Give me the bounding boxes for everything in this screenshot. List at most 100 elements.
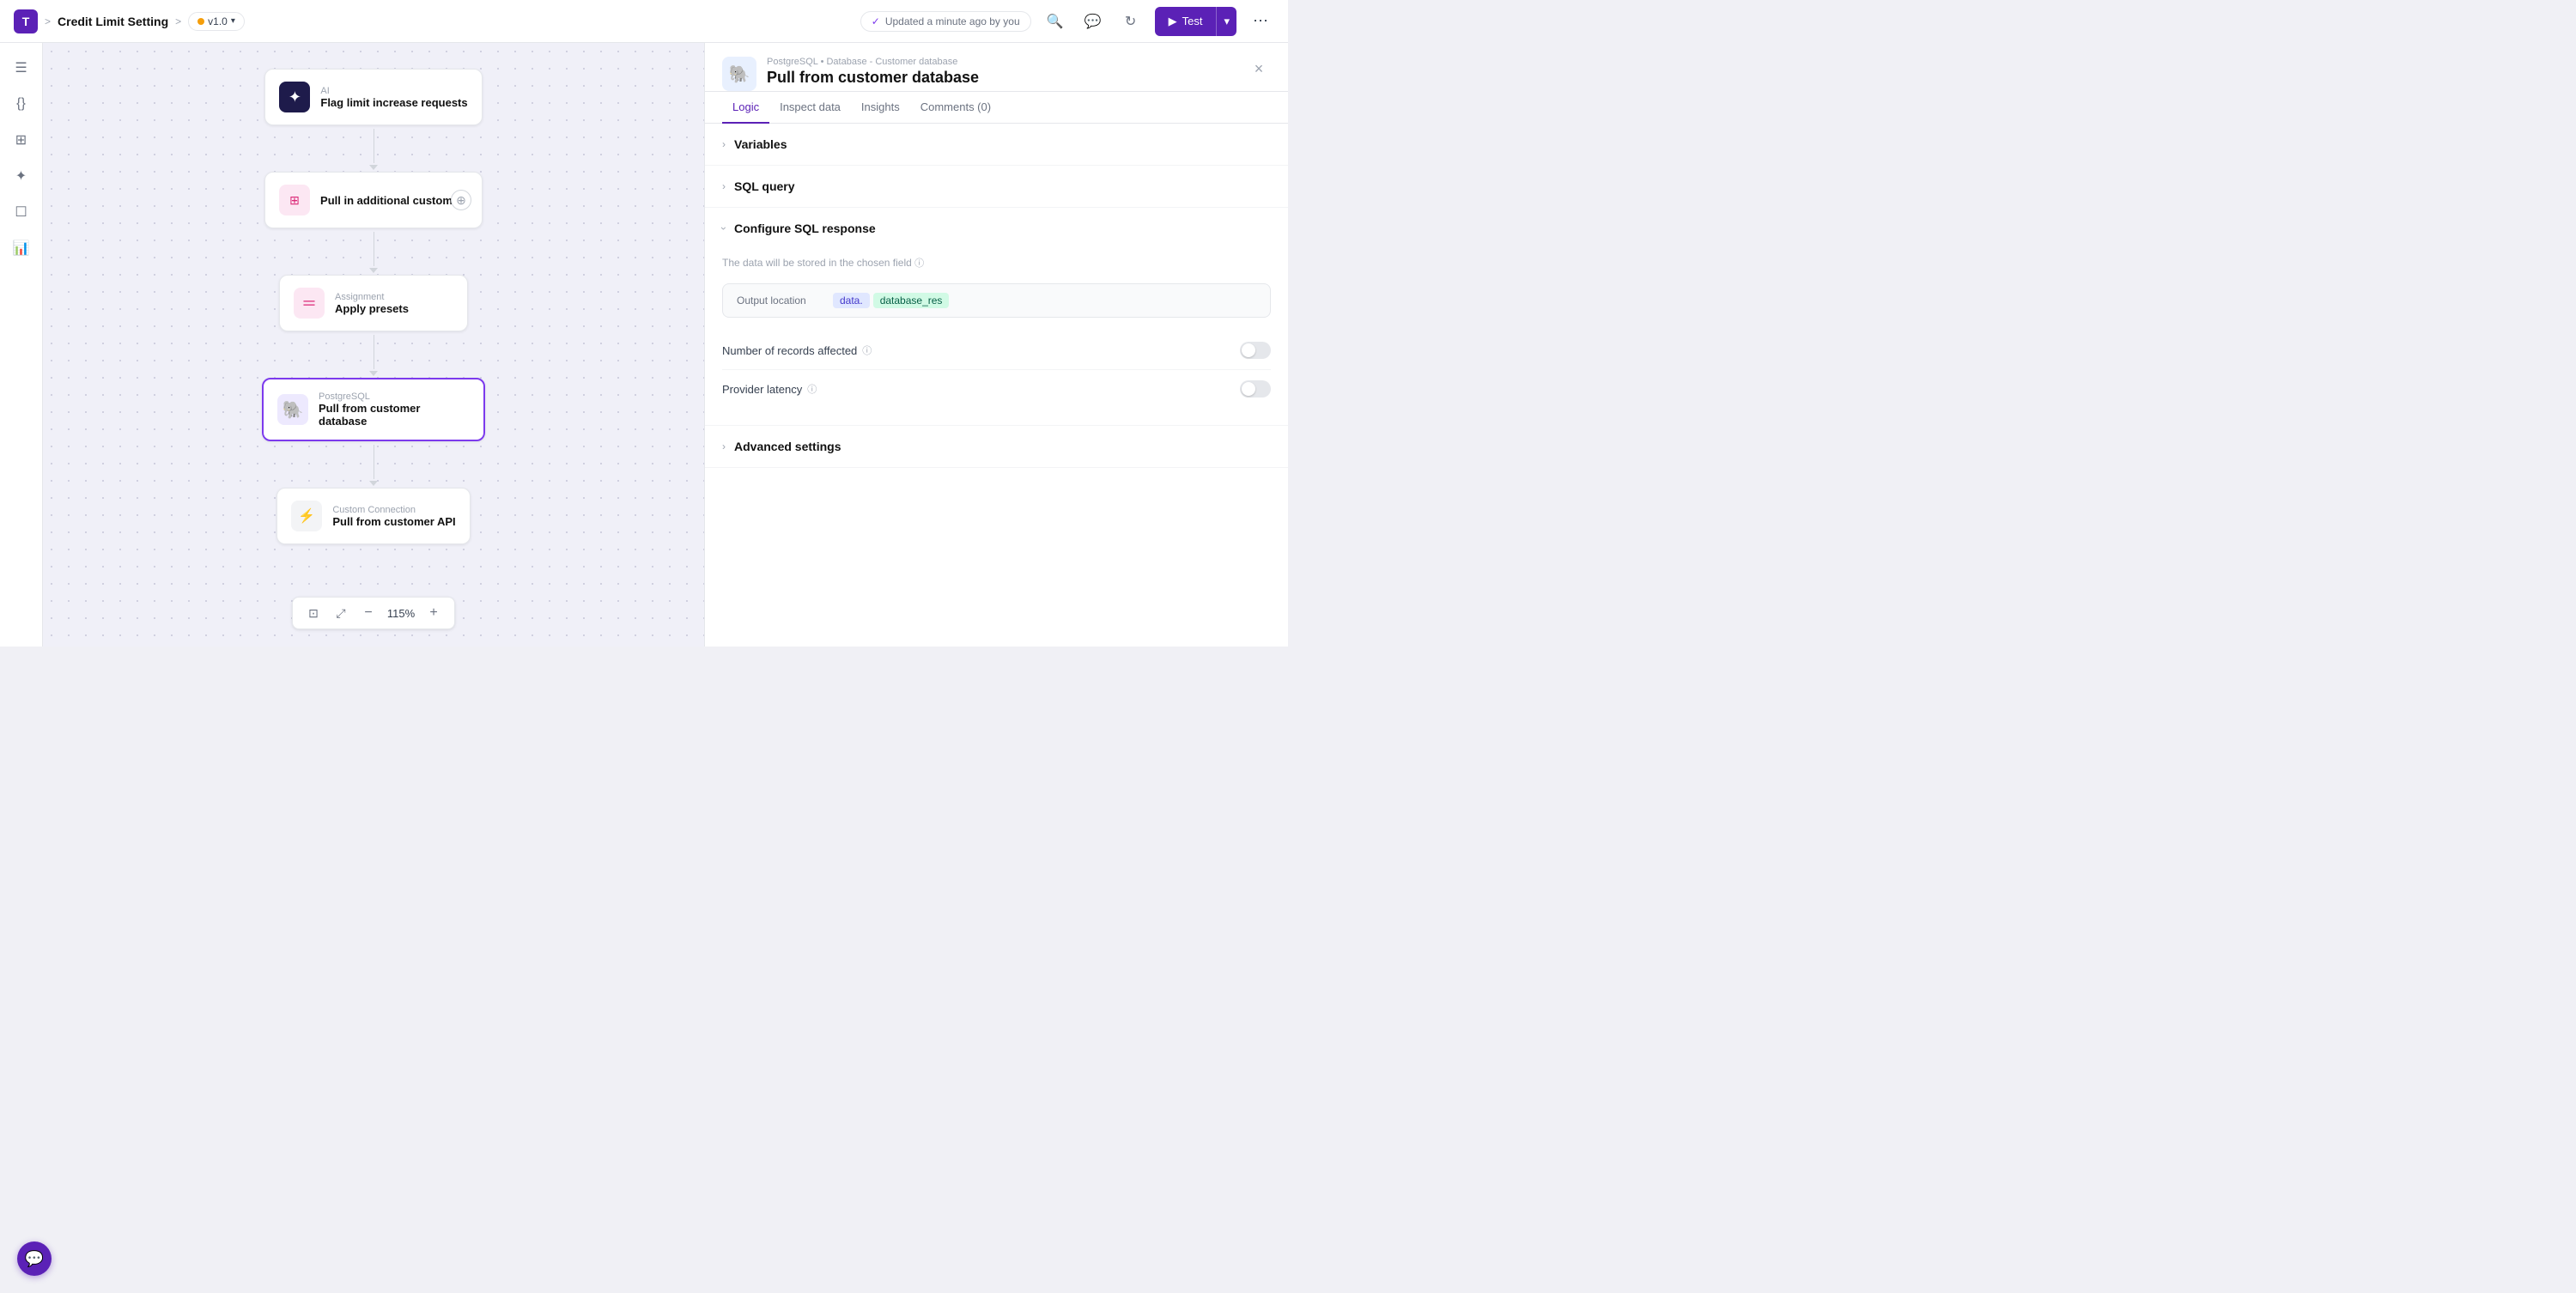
version-label: v1.0 [208, 15, 228, 27]
comments-button[interactable]: 💬 [1079, 8, 1107, 35]
connector-2 [369, 230, 378, 273]
breadcrumb-sep2: > [175, 15, 181, 27]
fullscreen-button[interactable]: ⤢ [331, 603, 351, 623]
connector-3 [369, 333, 378, 376]
assignment-node-icon: ＝ [294, 288, 325, 319]
search-button[interactable]: 🔍 [1042, 8, 1069, 35]
output-chips: data. database_res [833, 293, 949, 308]
ai-node-icon: ✦ [279, 82, 310, 112]
toggles-area: Number of records affected ⓘ Provider la… [722, 331, 1271, 408]
assignment-node[interactable]: ＝ Assignment Apply presets [279, 275, 468, 331]
tab-comments[interactable]: Comments (0) [910, 92, 1001, 124]
panel-breadcrumb: PostgreSQL • Database - Customer databas… [767, 57, 979, 67]
output-location-label: Output location [737, 294, 823, 307]
configure-sql-header[interactable]: › Configure SQL response [705, 208, 1288, 249]
records-affected-label: Number of records affected ⓘ [722, 343, 872, 357]
panel-db-icon: 🐘 [722, 57, 756, 91]
refresh-button[interactable]: ↻ [1117, 8, 1145, 35]
configure-sql-title: Configure SQL response [734, 222, 876, 235]
provider-latency-toggle[interactable] [1240, 380, 1271, 398]
zoom-out-button[interactable]: − [358, 603, 379, 623]
sidebar-analytics-icon[interactable]: 📊 [7, 234, 36, 263]
custom-node-icon: ⚡ [291, 501, 322, 531]
custom-node-name: Pull from customer API [332, 515, 455, 528]
configure-sql-desc: The data will be stored in the chosen fi… [722, 256, 1271, 270]
chat-bubble-button[interactable]: 💬 [17, 1241, 52, 1276]
sidebar-grid-icon[interactable]: ⊞ [7, 125, 36, 155]
assignment-node-name: Apply presets [335, 302, 453, 315]
panel-close-button[interactable]: × [1247, 57, 1271, 81]
merge-node-icon: ⊞ [279, 185, 310, 216]
custom-node-type: Custom Connection [332, 505, 455, 515]
postgresql-node[interactable]: 🐘 PostgreSQL Pull from customer database [262, 378, 485, 441]
right-panel: 🐘 PostgreSQL • Database - Customer datab… [704, 43, 1288, 646]
header-right: ✓ Updated a minute ago by you 🔍 💬 ↻ ▶ Te… [860, 7, 1274, 36]
merge-node-add[interactable]: ⊕ [451, 190, 471, 210]
panel-header: 🐘 PostgreSQL • Database - Customer datab… [705, 43, 1288, 92]
records-info-icon: ⓘ [862, 343, 872, 357]
version-dot [197, 18, 204, 25]
more-options-button[interactable]: ⋯ [1247, 8, 1274, 35]
advanced-title: Advanced settings [734, 440, 841, 453]
breadcrumb-sep1: > [45, 15, 51, 27]
custom-node[interactable]: ⚡ Custom Connection Pull from customer A… [276, 488, 470, 544]
panel-title-area: PostgreSQL • Database - Customer databas… [767, 57, 979, 87]
workflow-title: Credit Limit Setting [58, 15, 168, 28]
connector-4 [369, 443, 378, 486]
variables-section: › Variables [705, 124, 1288, 166]
sidebar-code-icon[interactable]: {} [7, 89, 36, 118]
info-icon: ⓘ [914, 258, 924, 269]
merge-node-name: Pull in additional custome... [320, 194, 468, 207]
advanced-settings-header[interactable]: › Advanced settings [705, 426, 1288, 467]
play-icon: ▶ [1169, 15, 1177, 28]
app-logo: T [14, 9, 38, 33]
output-chip-data: data. [833, 293, 870, 308]
tab-insights[interactable]: Insights [851, 92, 910, 124]
sql-query-chevron: › [722, 180, 726, 192]
updated-badge: ✓ Updated a minute ago by you [860, 11, 1031, 32]
assignment-node-type: Assignment [335, 292, 453, 302]
test-button[interactable]: ▶ Test [1155, 7, 1217, 36]
workflow-canvas[interactable]: ✦ AI Flag limit increase requests ⊞ Pull… [43, 43, 704, 646]
test-dropdown-button[interactable]: ▾ [1217, 7, 1236, 36]
panel-title: Pull from customer database [767, 69, 979, 87]
chat-icon: 💬 [25, 1250, 44, 1268]
merge-node[interactable]: ⊞ Pull in additional custome... ⊕ [264, 172, 483, 228]
assignment-node-info: Assignment Apply presets [335, 292, 453, 315]
sql-query-section: › SQL query [705, 166, 1288, 208]
pg-node-name: Pull from customer database [319, 402, 470, 428]
sql-query-section-header[interactable]: › SQL query [705, 166, 1288, 207]
toggle-thumb-2 [1242, 382, 1255, 396]
left-sidebar: ☰ {} ⊞ ✦ ☐ 📊 [0, 43, 43, 646]
ai-node[interactable]: ✦ AI Flag limit increase requests [264, 69, 482, 125]
provider-latency-label: Provider latency ⓘ [722, 382, 817, 396]
provider-latency-row: Provider latency ⓘ [722, 370, 1271, 408]
sidebar-ai-icon[interactable]: ✦ [7, 161, 36, 191]
output-chip-field: database_res [873, 293, 950, 308]
ai-node-name: Flag limit increase requests [320, 96, 467, 109]
sidebar-list-icon[interactable]: ☰ [7, 53, 36, 82]
main-area: ☰ {} ⊞ ✦ ☐ 📊 ✦ AI Flag limit increase re… [0, 43, 1288, 646]
zoom-in-button[interactable]: + [423, 603, 444, 623]
tab-logic[interactable]: Logic [722, 92, 769, 124]
version-selector[interactable]: v1.0 ▾ [188, 12, 245, 31]
records-affected-toggle[interactable] [1240, 342, 1271, 359]
pg-node-type: PostgreSQL [319, 392, 470, 402]
merge-node-info: Pull in additional custome... [320, 194, 468, 207]
zoom-level: 115% [386, 607, 416, 620]
sidebar-docs-icon[interactable]: ☐ [7, 197, 36, 227]
panel-content: › Variables › SQL query › Configure SQL … [705, 124, 1288, 646]
custom-node-info: Custom Connection Pull from customer API [332, 505, 455, 528]
flow-container: ✦ AI Flag limit increase requests ⊞ Pull… [43, 43, 704, 646]
chevron-down-icon: ▾ [1224, 15, 1230, 28]
sql-query-title: SQL query [734, 179, 795, 193]
variables-chevron: › [722, 138, 726, 150]
ai-node-type: AI [320, 86, 467, 96]
variables-section-header[interactable]: › Variables [705, 124, 1288, 165]
tab-inspect-data[interactable]: Inspect data [769, 92, 851, 124]
pg-node-info: PostgreSQL Pull from customer database [319, 392, 470, 428]
latency-info-icon: ⓘ [807, 382, 817, 396]
test-button-group: ▶ Test ▾ [1155, 7, 1236, 36]
variables-title: Variables [734, 137, 787, 151]
fit-view-button[interactable]: ⊡ [303, 603, 324, 623]
